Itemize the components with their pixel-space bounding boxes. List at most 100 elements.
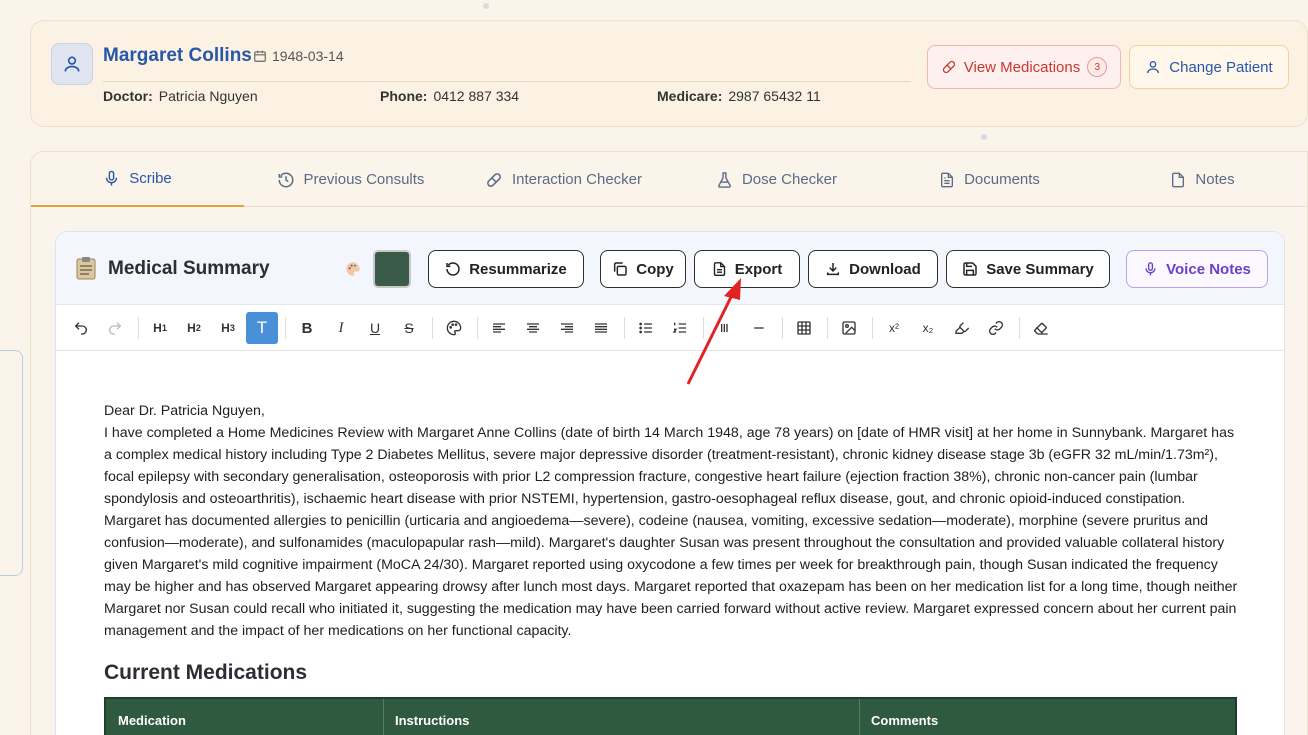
heading-1-button[interactable]: H1 xyxy=(145,313,175,343)
highlight-button[interactable] xyxy=(947,313,977,343)
save-summary-label: Save Summary xyxy=(986,260,1094,278)
medical-summary-card: Medical Summary Resummarize Copy Export … xyxy=(55,231,1285,735)
heading-2-button[interactable]: H2 xyxy=(179,313,209,343)
copy-button[interactable]: Copy xyxy=(600,250,686,288)
undo-button[interactable] xyxy=(66,313,96,343)
text-color-button[interactable] xyxy=(439,313,469,343)
patient-header: Margaret Collins 1948-03-14 Doctor: Patr… xyxy=(30,20,1308,127)
subscript-button[interactable]: x₂ xyxy=(913,313,943,343)
tab-dose-checker[interactable]: Dose Checker xyxy=(670,152,883,207)
clear-format-button[interactable] xyxy=(1026,313,1056,343)
align-right-button[interactable] xyxy=(552,313,582,343)
resummarize-button[interactable]: Resummarize xyxy=(428,250,584,288)
medications-table: Medication Instructions Comments xyxy=(104,697,1237,735)
save-icon xyxy=(963,262,977,276)
link-button[interactable] xyxy=(981,313,1011,343)
background-dot xyxy=(981,134,987,140)
side-panel-handle[interactable] xyxy=(0,350,23,576)
patient-avatar xyxy=(51,43,93,85)
table-header-instructions: Instructions xyxy=(395,713,470,728)
blockquote-button[interactable] xyxy=(710,313,740,343)
toolbar-separator xyxy=(285,317,286,339)
flask-icon xyxy=(718,171,731,188)
toolbar-separator xyxy=(872,317,873,339)
underline-label: U xyxy=(369,320,381,336)
phone-label: Phone: xyxy=(380,88,428,104)
heading-2-label: H xyxy=(187,321,196,335)
toolbar-separator xyxy=(432,317,433,339)
export-label: Export xyxy=(734,260,783,278)
summary-header: Medical Summary Resummarize Copy Export … xyxy=(56,232,1284,305)
quote-icon xyxy=(721,324,728,332)
bullet-list-button[interactable] xyxy=(631,313,661,343)
highlighter-icon xyxy=(955,322,970,334)
align-center-icon xyxy=(527,323,539,333)
clipboard-icon xyxy=(76,257,96,280)
toolbar-separator xyxy=(477,317,478,339)
view-medications-button[interactable]: View Medications 3 xyxy=(927,45,1121,89)
doctor-info: Doctor: Patricia Nguyen xyxy=(103,88,258,104)
tab-documents[interactable]: Documents xyxy=(883,152,1096,207)
tab-bar: Scribe Previous Consults Interaction Che… xyxy=(31,152,1308,207)
copy-label: Copy xyxy=(636,260,674,278)
header-divider xyxy=(103,81,911,82)
strikethrough-label: S xyxy=(404,320,414,336)
strikethrough-button[interactable]: S xyxy=(394,313,424,343)
table-header-medication: Medication xyxy=(118,713,186,728)
document-icon xyxy=(941,172,954,187)
table-header-comments: Comments xyxy=(871,713,939,728)
horizontal-rule-button[interactable] xyxy=(744,313,774,343)
insert-image-button[interactable] xyxy=(834,313,864,343)
medicare-value: 2987 65432 11 xyxy=(728,88,821,104)
summary-paragraph: I have completed a Home Medicines Review… xyxy=(104,425,1238,639)
heading-1-label: H xyxy=(153,321,162,335)
column-separator xyxy=(859,699,860,735)
align-right-icon xyxy=(561,323,573,333)
heading-2-level: 2 xyxy=(195,323,201,333)
redo-button[interactable] xyxy=(100,313,130,343)
bold-button[interactable]: B xyxy=(292,313,322,343)
resummarize-label: Resummarize xyxy=(469,260,567,278)
tab-previous-consults[interactable]: Previous Consults xyxy=(244,152,457,207)
insert-table-button[interactable] xyxy=(789,313,819,343)
color-swatch[interactable] xyxy=(373,250,411,288)
undo-icon xyxy=(74,322,87,335)
pill-icon xyxy=(942,60,955,74)
pill-icon xyxy=(487,172,501,187)
patient-dob: 1948-03-14 xyxy=(253,48,344,64)
doctor-label: Doctor: xyxy=(103,88,153,104)
underline-button[interactable]: U xyxy=(360,313,390,343)
tab-notes[interactable]: Notes xyxy=(1096,152,1308,207)
voice-notes-button[interactable]: Voice Notes xyxy=(1126,250,1268,288)
bold-label: B xyxy=(301,319,313,337)
tab-scribe[interactable]: Scribe xyxy=(31,152,244,207)
editor-content[interactable]: Dear Dr. Patricia Nguyen, I have complet… xyxy=(104,400,1239,642)
microphone-icon xyxy=(106,170,118,186)
summary-title: Medical Summary xyxy=(108,258,270,279)
save-summary-button[interactable]: Save Summary xyxy=(946,250,1110,288)
ordered-list-button[interactable] xyxy=(665,313,695,343)
paragraph-text-button[interactable]: T xyxy=(246,312,278,344)
align-justify-button[interactable] xyxy=(586,313,616,343)
align-justify-icon xyxy=(595,323,607,333)
italic-button[interactable]: I xyxy=(326,313,356,343)
download-label: Download xyxy=(849,260,921,278)
export-button[interactable]: Export xyxy=(694,250,800,288)
voice-notes-label: Voice Notes xyxy=(1166,260,1251,278)
align-center-button[interactable] xyxy=(518,313,548,343)
user-icon xyxy=(64,56,80,72)
heading-3-button[interactable]: H3 xyxy=(213,313,243,343)
text-format-label: T xyxy=(256,318,268,337)
tab-interaction-checker[interactable]: Interaction Checker xyxy=(457,152,670,207)
superscript-button[interactable]: x² xyxy=(879,313,909,343)
toolbar-separator xyxy=(703,317,704,339)
download-button[interactable]: Download xyxy=(808,250,938,288)
section-heading: Current Medications xyxy=(104,661,308,684)
doctor-value: Patricia Nguyen xyxy=(158,88,258,104)
align-left-button[interactable] xyxy=(484,313,514,343)
change-patient-button[interactable]: Change Patient xyxy=(1129,45,1289,89)
ordered-list-icon xyxy=(672,322,686,333)
patient-name: Margaret Collins xyxy=(103,45,252,66)
toolbar-separator xyxy=(827,317,828,339)
palette-icon[interactable] xyxy=(345,261,361,277)
